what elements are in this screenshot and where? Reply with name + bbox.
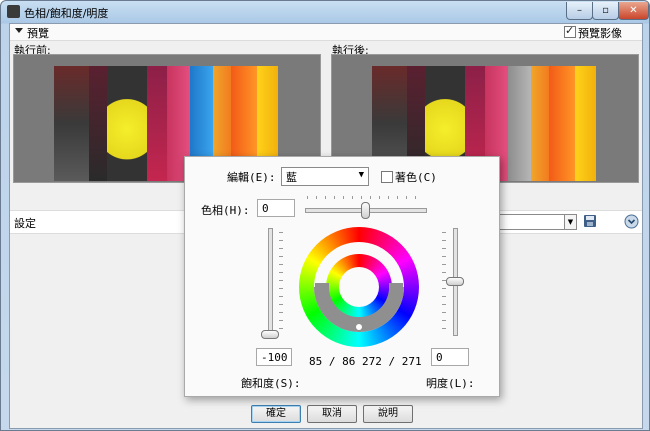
hue-ticks	[307, 196, 423, 199]
collapse-triangle-icon[interactable]	[15, 28, 23, 33]
lightness-slider-thumb[interactable]	[446, 277, 464, 286]
minimize-button[interactable]: –	[566, 2, 593, 20]
app-window: 色相/飽和度/明度 – ▫ ✕ 預覽 預覽影像 執行前: 執	[0, 0, 650, 431]
range-handle-left[interactable]	[315, 283, 329, 291]
hue-slider-thumb[interactable]	[361, 202, 370, 219]
preset-dropdown-arrow-icon[interactable]: ▼	[564, 215, 576, 229]
color-wheel[interactable]	[297, 225, 421, 349]
edit-channel-label: 編輯(E):	[227, 171, 276, 184]
hsl-editor-popup: 編輯(E): 藍 ▼ 著色(C) 色相(H): 0 -100 飽和度(S): 0…	[184, 156, 500, 397]
edit-channel-select[interactable]: 藍 ▼	[281, 167, 369, 186]
range-handle-right[interactable]	[389, 283, 403, 291]
save-icon[interactable]	[583, 214, 597, 228]
preview-section-header[interactable]: 預覽 預覽影像	[10, 24, 642, 41]
app-icon	[7, 5, 20, 18]
range-center-marker-icon[interactable]	[356, 324, 362, 330]
window-title: 色相/飽和度/明度	[24, 7, 109, 20]
close-button[interactable]: ✕	[618, 2, 649, 20]
cancel-button[interactable]: 取消	[307, 405, 357, 423]
colorize-checkbox[interactable]	[381, 171, 393, 183]
lightness-label: 明度(L):	[426, 377, 475, 390]
range-readout: 85 / 86 272 / 271	[309, 355, 422, 368]
help-button[interactable]: 說明	[363, 405, 413, 423]
saturation-slider-thumb[interactable]	[261, 330, 279, 339]
colorize-label: 著色(C)	[395, 171, 437, 184]
saturation-label: 飽和度(S):	[241, 377, 301, 390]
chevron-down-icon[interactable]	[624, 214, 639, 229]
ok-button[interactable]: 確定	[251, 405, 301, 423]
title-bar[interactable]: 色相/飽和度/明度 – ▫ ✕	[1, 1, 649, 23]
maximize-button[interactable]: ▫	[592, 2, 619, 20]
hue-label: 色相(H):	[201, 204, 250, 217]
show-preview-label: 預覽影像	[578, 27, 622, 40]
lightness-input[interactable]: 0	[431, 348, 469, 366]
settings-label: 設定	[14, 217, 36, 230]
preview-section-label: 預覽	[27, 27, 49, 40]
saturation-input[interactable]: -100	[256, 348, 292, 366]
edit-channel-value: 藍	[286, 171, 297, 184]
saturation-slider-track[interactable]	[268, 228, 273, 336]
show-preview-checkbox[interactable]	[564, 24, 576, 38]
chevron-down-icon[interactable]: ▼	[359, 170, 364, 180]
saturation-ticks	[279, 232, 283, 330]
hue-input[interactable]: 0	[257, 199, 295, 217]
